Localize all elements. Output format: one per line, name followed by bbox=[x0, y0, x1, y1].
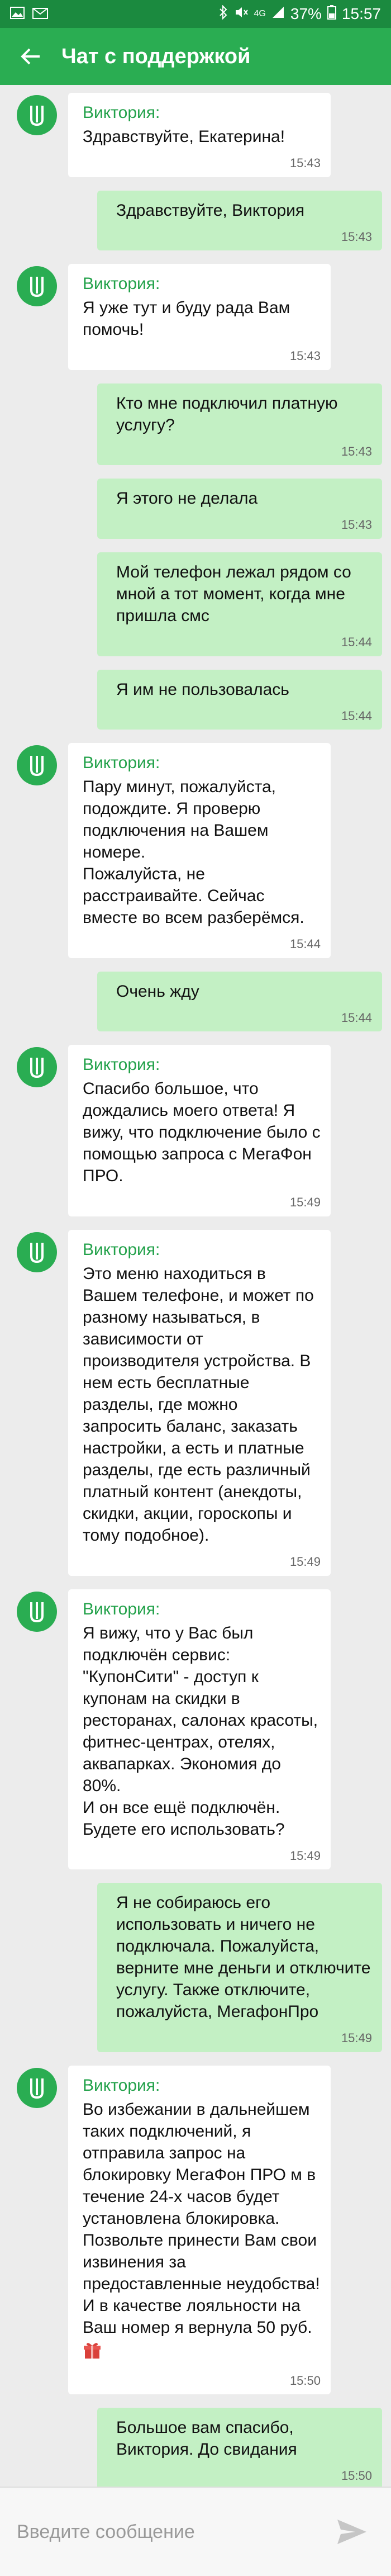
message-row: Виктория: Здравствуйте, Екатерина! 15:43 bbox=[0, 93, 391, 177]
message-row: Кто мне подключил платную услугу? 15:43 bbox=[0, 383, 391, 466]
incoming-message-bubble[interactable]: Виктория: Во избежании в дальнейшем таких… bbox=[68, 2065, 331, 2395]
message-text: Я вижу, что у Вас был подключён сервис: … bbox=[83, 1623, 318, 1839]
send-icon bbox=[337, 2520, 366, 2544]
incoming-message-bubble[interactable]: Виктория: Я уже тут и буду рада Вам помоч… bbox=[68, 264, 331, 370]
message-time: 15:44 bbox=[341, 634, 372, 649]
message-text: Пару минут, пожалуйста, подождите. Я про… bbox=[83, 778, 304, 927]
clock: 15:57 bbox=[341, 5, 381, 22]
incoming-message-bubble[interactable]: Виктория: Я вижу, что у Вас был подключён… bbox=[68, 1589, 331, 1870]
incoming-message-bubble[interactable]: Виктория: Это меню находиться в Вашем тел… bbox=[68, 1229, 331, 1576]
message-text: Мой телефон лежал рядом со мной а тот мо… bbox=[116, 562, 351, 625]
message-text: Очень жду bbox=[116, 982, 199, 1001]
message-text: Большое вам спасибо, Виктория. До свидан… bbox=[116, 2418, 297, 2459]
megafon-avatar-icon bbox=[17, 1232, 57, 1272]
incoming-message-bubble[interactable]: Виктория: Пару минут, пожалуйста, подожди… bbox=[68, 743, 331, 958]
message-text: Здравствуйте, Екатерина! bbox=[83, 127, 285, 146]
outgoing-message-bubble[interactable]: Мой телефон лежал рядом со мной а тот мо… bbox=[97, 552, 382, 656]
megafon-avatar-icon bbox=[17, 95, 57, 135]
message-row: Виктория: Я уже тут и буду рада Вам помоч… bbox=[0, 264, 391, 370]
message-time: 15:43 bbox=[341, 229, 372, 244]
message-row: Виктория: Пару минут, пожалуйста, подожди… bbox=[0, 743, 391, 958]
message-text: Во избежании в дальнейшем таких подключе… bbox=[83, 2100, 320, 2337]
message-text: Кто мне подключил платную услугу? bbox=[116, 394, 338, 434]
message-time: 15:44 bbox=[341, 1010, 372, 1025]
sender-name: Виктория: bbox=[83, 1240, 160, 1259]
sender-name: Виктория: bbox=[83, 754, 160, 773]
back-button[interactable] bbox=[0, 28, 61, 85]
message-text: Я им не пользовалась bbox=[116, 680, 289, 699]
message-time: 15:49 bbox=[289, 1848, 321, 1863]
outgoing-message-bubble[interactable]: Я им не пользовалась 15:44 bbox=[97, 669, 382, 730]
message-row: Здравствуйте, Виктория 15:43 bbox=[0, 190, 391, 251]
send-button[interactable] bbox=[330, 2509, 374, 2554]
chat-list[interactable]: Виктория: Здравствуйте, Екатерина! 15:43 Зд… bbox=[0, 85, 391, 2487]
signal-icon bbox=[271, 5, 285, 23]
sender-name: Виктория: bbox=[83, 274, 160, 293]
message-time: 15:43 bbox=[289, 349, 321, 363]
mute-icon bbox=[234, 5, 249, 23]
message-row: Мой телефон лежал рядом со мной а тот мо… bbox=[0, 552, 391, 656]
sender-name: Виктория: bbox=[83, 1599, 160, 1618]
message-row: Я им не пользовалась 15:44 bbox=[0, 669, 391, 730]
message-row: Виктория: Это меню находиться в Вашем тел… bbox=[0, 1229, 391, 1576]
battery-label: 37% bbox=[290, 5, 322, 22]
message-row: Очень жду 15:44 bbox=[0, 971, 391, 1032]
sender-name: Виктория: bbox=[83, 2076, 160, 2095]
megafon-avatar-icon bbox=[17, 266, 57, 307]
message-time: 15:50 bbox=[341, 2469, 372, 2483]
incoming-message-bubble[interactable]: Виктория: Здравствуйте, Екатерина! 15:43 bbox=[68, 93, 331, 177]
message-time: 15:44 bbox=[289, 937, 321, 951]
message-time: 15:43 bbox=[341, 444, 372, 458]
message-text: Здравствуйте, Виктория bbox=[116, 201, 305, 220]
bluetooth-icon bbox=[218, 4, 228, 23]
message-text: Я уже тут и буду рада Вам помочь! bbox=[83, 299, 290, 339]
outgoing-message-bubble[interactable]: Кто мне подключил платную услугу? 15:43 bbox=[97, 383, 382, 466]
battery-icon bbox=[327, 4, 336, 23]
message-text: Это меню находиться в Вашем телефоне, и … bbox=[83, 1264, 314, 1545]
message-row: Виктория: Я вижу, что у Вас был подключён… bbox=[0, 1589, 391, 1870]
incoming-message-bubble[interactable]: Виктория: Спасибо большое, что дождались … bbox=[68, 1045, 331, 1216]
gift-icon bbox=[83, 2341, 321, 2365]
message-text: Я не собираюсь его использовать и ничего… bbox=[116, 1893, 371, 2021]
megafon-avatar-icon bbox=[17, 1591, 57, 1632]
outgoing-message-bubble[interactable]: Очень жду 15:44 bbox=[97, 971, 382, 1032]
network-label: 4G bbox=[254, 9, 266, 18]
outgoing-message-bubble[interactable]: Большое вам спасибо, Виктория. До свидан… bbox=[97, 2408, 382, 2487]
message-row: Я этого не делала 15:43 bbox=[0, 479, 391, 539]
message-row: Большое вам спасибо, Виктория. До свидан… bbox=[0, 2408, 391, 2487]
app-bar: Чат с поддержкой bbox=[0, 28, 391, 85]
outgoing-message-bubble[interactable]: Я этого не делала 15:43 bbox=[97, 479, 382, 539]
message-text: Спасибо большое, что дождались моего отв… bbox=[83, 1079, 321, 1186]
message-time: 15:43 bbox=[341, 518, 372, 532]
megafon-avatar-icon bbox=[17, 1047, 57, 1088]
message-time: 15:49 bbox=[289, 1554, 321, 1569]
message-row: Виктория: Спасибо большое, что дождались … bbox=[0, 1045, 391, 1216]
gallery-icon bbox=[10, 5, 25, 23]
mail-icon bbox=[32, 5, 48, 23]
composer bbox=[0, 2487, 391, 2576]
message-row: Виктория: Во избежании в дальнейшем таких… bbox=[0, 2065, 391, 2395]
sender-name: Виктория: bbox=[83, 103, 160, 122]
outgoing-message-bubble[interactable]: Я не собираюсь его использовать и ничего… bbox=[97, 1883, 382, 2052]
sender-name: Виктория: bbox=[83, 1055, 160, 1074]
arrow-left-icon bbox=[21, 48, 40, 65]
message-time: 15:43 bbox=[289, 156, 321, 170]
message-row: Я не собираюсь его использовать и ничего… bbox=[0, 1883, 391, 2052]
message-text: Я этого не делала bbox=[116, 489, 258, 508]
message-time: 15:49 bbox=[289, 1195, 321, 1210]
status-bar: 4G 37% 15:57 bbox=[0, 0, 391, 28]
megafon-avatar-icon bbox=[17, 2067, 57, 2108]
message-time: 15:50 bbox=[289, 2373, 321, 2388]
message-time: 15:44 bbox=[341, 708, 372, 723]
message-time: 15:49 bbox=[341, 2031, 372, 2045]
outgoing-message-bubble[interactable]: Здравствуйте, Виктория 15:43 bbox=[97, 190, 382, 251]
page-title: Чат с поддержкой bbox=[61, 44, 251, 68]
megafon-avatar-icon bbox=[17, 745, 57, 786]
message-input[interactable] bbox=[17, 2521, 330, 2543]
